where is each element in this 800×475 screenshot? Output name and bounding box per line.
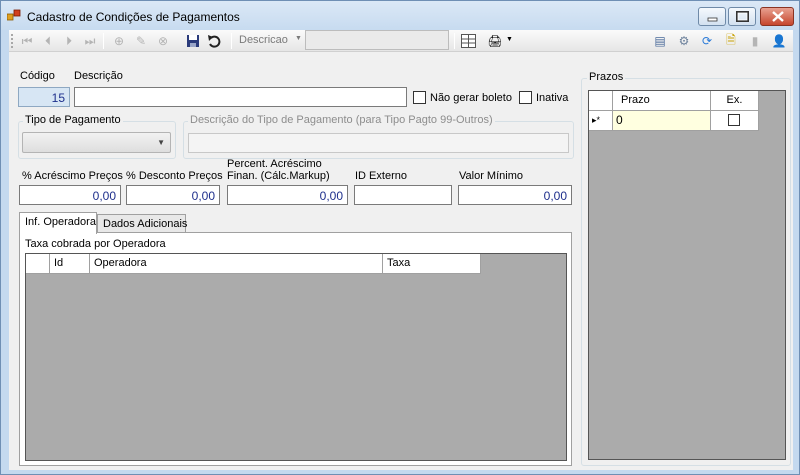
valor-minimo-label: Valor Mínimo [459, 170, 523, 182]
refresh-icon[interactable]: ⟳ [699, 33, 715, 49]
prazos-grid[interactable]: Prazo Ex. ▸* 0 [588, 90, 786, 460]
desconto-precos-field[interactable]: 0,00 [126, 185, 220, 205]
close-button[interactable] [760, 7, 794, 26]
close-icon [772, 11, 784, 22]
new-row-marker[interactable]: ▸* [589, 111, 613, 131]
tab-dados-adicionais[interactable]: Dados Adicionais [97, 214, 187, 234]
toolbar-grip[interactable] [11, 34, 14, 48]
user-icon[interactable]: 👤 [771, 33, 787, 49]
maximize-button[interactable] [728, 7, 756, 26]
column-header-prazo[interactable]: Prazo [613, 91, 711, 111]
id-externo-field[interactable] [354, 185, 452, 205]
add-icon[interactable]: ⊕ [111, 33, 127, 49]
column-header-ex[interactable]: Ex. [711, 91, 759, 111]
info-icon[interactable]: ▮ [747, 33, 763, 49]
minimize-icon [707, 17, 718, 22]
last-record-icon[interactable]: ⏭ [82, 33, 98, 49]
descricao-label: Descrição [74, 70, 123, 82]
operadora-grid[interactable]: Id Operadora Taxa [25, 253, 567, 461]
delete-icon[interactable]: ⊗ [155, 33, 171, 49]
acrescimo-finan-field[interactable]: 0,00 [227, 185, 348, 205]
acrescimo-precos-label: % Acréscimo Preços [22, 170, 123, 182]
row-header-cell [589, 91, 613, 111]
print-icon[interactable]: 🖨 [487, 33, 503, 49]
ex-checkbox[interactable] [728, 114, 740, 126]
edit-icon[interactable]: ✎ [133, 33, 149, 49]
tab-inf-operadora[interactable]: Inf. Operadora [19, 212, 97, 234]
chevron-down-icon[interactable]: ▼ [506, 36, 513, 43]
window-title: Cadastro de Condições de Pagamentos [27, 10, 240, 24]
ex-cell[interactable] [711, 111, 759, 131]
id-externo-label: ID Externo [355, 170, 407, 182]
toolbar-separator [103, 33, 104, 49]
tipo-pagamento-select[interactable]: ▼ [22, 132, 171, 153]
column-header-operadora[interactable]: Operadora [90, 254, 383, 274]
operadora-caption: Taxa cobrada por Operadora [25, 238, 166, 250]
tab-panel-inf-operadora: Taxa cobrada por Operadora Id Operadora … [19, 232, 572, 466]
toolbar-separator [454, 33, 455, 49]
cards-icon[interactable]: ▤ [652, 33, 668, 49]
save-icon[interactable] [185, 33, 201, 49]
grid-view-icon[interactable] [460, 33, 476, 49]
acrescimo-finan-label-line2: Finan. (Cálc.Markup) [227, 170, 330, 182]
descricao-tipo-label: Descrição do Tipo de Pagamento (para Tip… [188, 114, 495, 126]
descricao-field[interactable] [74, 87, 407, 107]
search-input[interactable] [305, 30, 449, 50]
next-record-icon[interactable]: ⏵ [61, 33, 77, 49]
acrescimo-precos-field[interactable]: 0,00 [19, 185, 121, 205]
codigo-field[interactable]: 15 [18, 87, 70, 107]
previous-record-icon[interactable]: ⏴ [40, 33, 56, 49]
inativa-label[interactable]: Inativa [536, 92, 568, 104]
gears-icon[interactable]: ⚙ [676, 33, 692, 49]
note-icon[interactable]: 🗎 [723, 33, 739, 49]
maximize-icon [736, 11, 749, 22]
main-window: Cadastro de Condições de Pagamentos ⏮ ⏴ … [0, 0, 800, 475]
minimize-button[interactable] [698, 7, 726, 26]
tipo-pagamento-label: Tipo de Pagamento [23, 114, 123, 126]
prazos-caption: Prazos [587, 71, 626, 83]
search-field-label[interactable]: Descricao [239, 34, 288, 46]
codigo-label: Código [20, 70, 55, 82]
form-client-area: ⏮ ⏴ ⏵ ⏭ ⊕ ✎ ⊗ Descricao ▼ 🖨 ▼ ▤ ⚙ ⟳ 🗎 ▮ … [9, 30, 793, 470]
first-record-icon[interactable]: ⏮ [19, 33, 35, 49]
nao-gerar-boleto-checkbox[interactable] [413, 91, 426, 104]
toolbar: ⏮ ⏴ ⏵ ⏭ ⊕ ✎ ⊗ Descricao ▼ 🖨 ▼ ▤ ⚙ ⟳ 🗎 ▮ … [9, 30, 793, 52]
nao-gerar-boleto-label[interactable]: Não gerar boleto [430, 92, 512, 104]
desconto-precos-label: % Desconto Preços [126, 170, 223, 182]
prazo-cell[interactable]: 0 [613, 111, 711, 131]
row-header-cell [26, 254, 50, 274]
column-header-id[interactable]: Id [50, 254, 90, 274]
undo-icon[interactable] [206, 33, 222, 49]
valor-minimo-field[interactable]: 0,00 [458, 185, 572, 205]
column-header-taxa[interactable]: Taxa [383, 254, 481, 274]
descricao-tipo-field[interactable] [188, 133, 569, 153]
chevron-down-icon[interactable]: ▼ [295, 35, 302, 42]
chevron-down-icon: ▼ [157, 138, 165, 147]
toolbar-separator [231, 33, 232, 49]
acrescimo-finan-label-line1: Percent. Acréscimo [227, 158, 322, 170]
title-bar[interactable]: Cadastro de Condições de Pagamentos [1, 1, 799, 30]
app-icon [7, 9, 21, 21]
inativa-checkbox[interactable] [519, 91, 532, 104]
